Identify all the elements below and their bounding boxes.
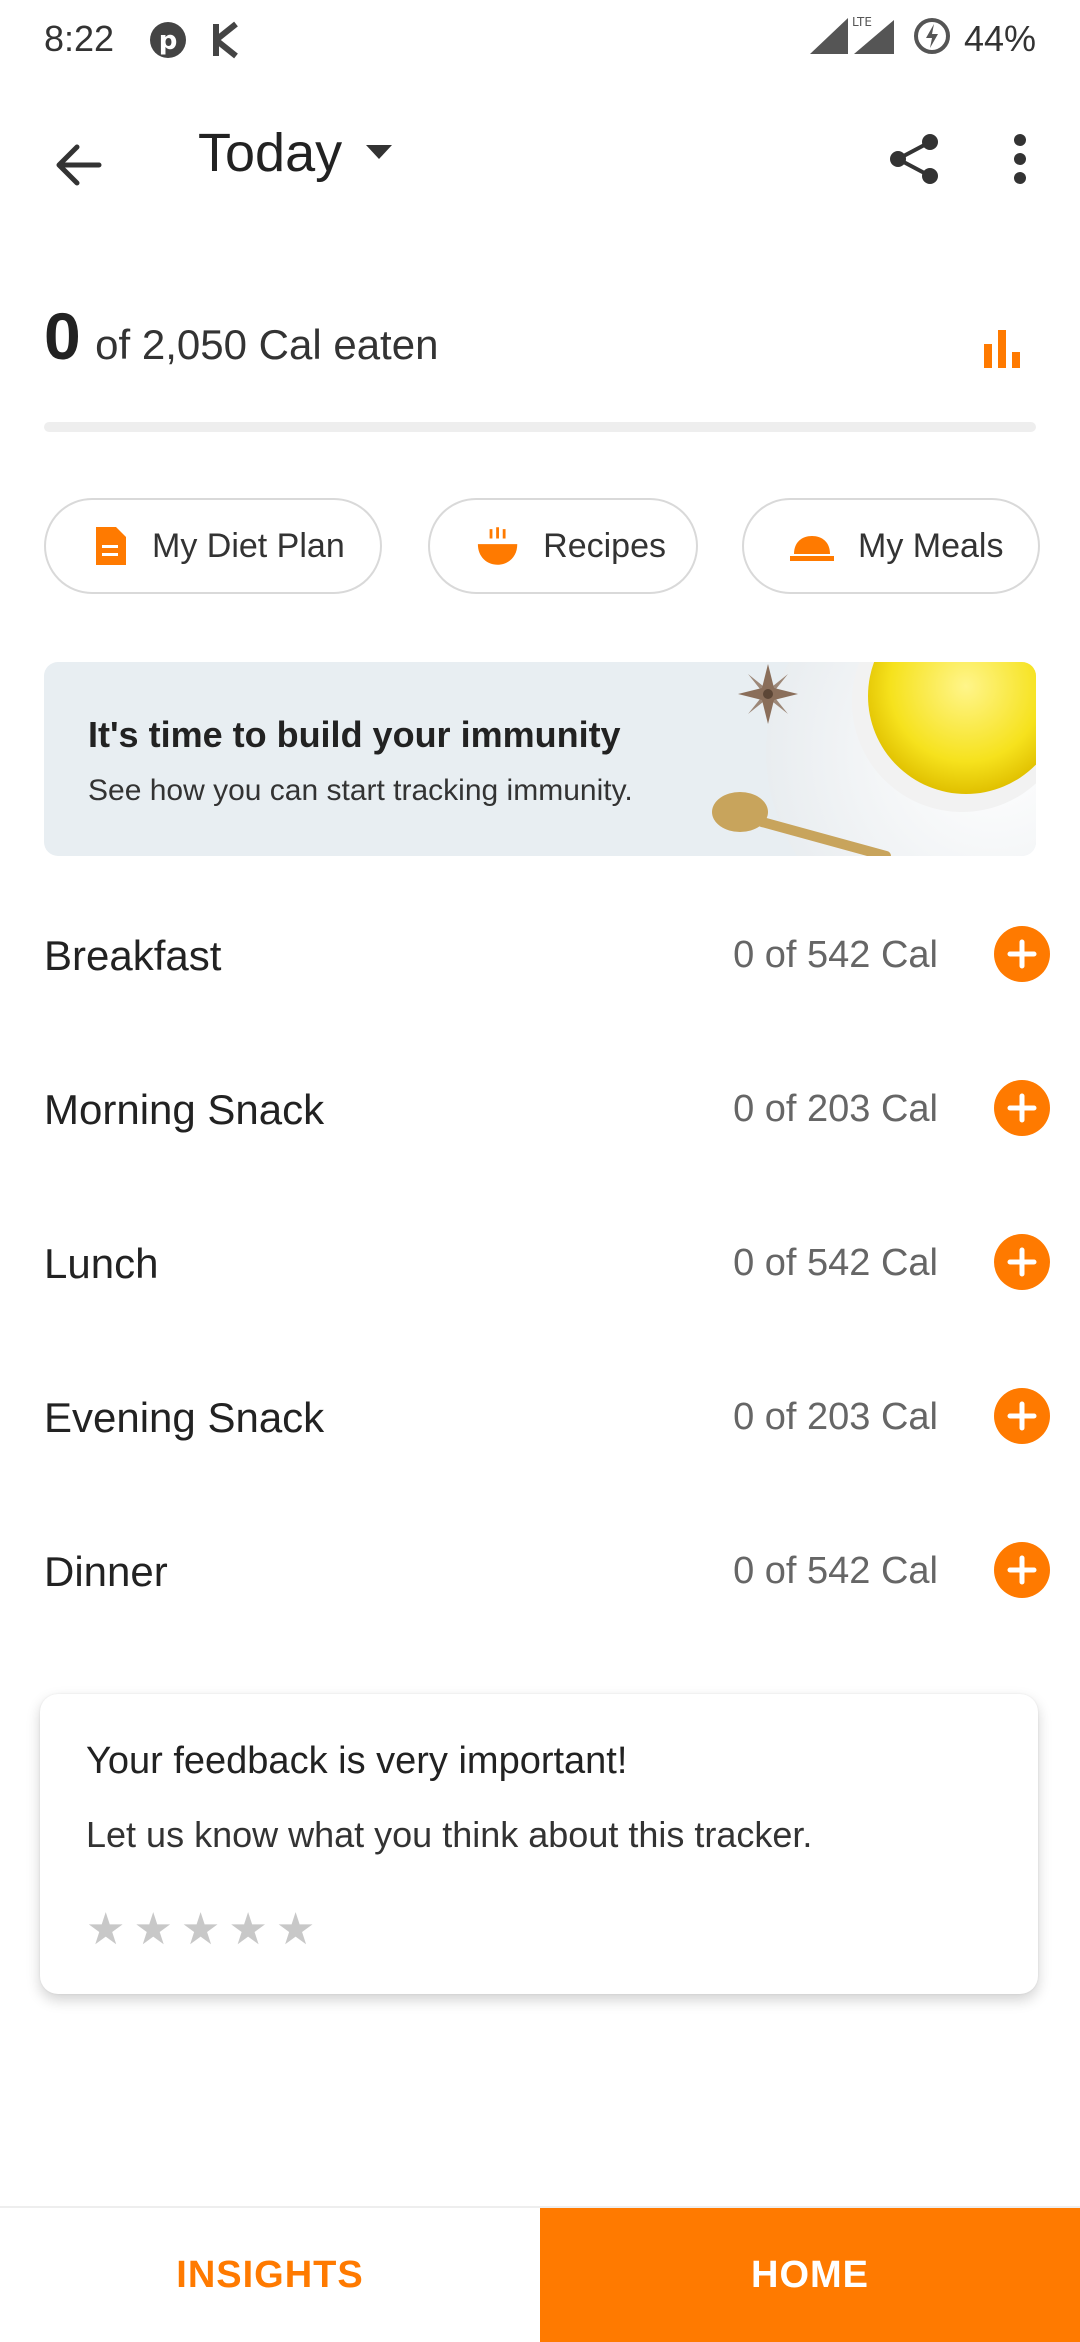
status-time: 8:22 [44, 18, 115, 59]
star-icon-2[interactable]: ★ [133, 1908, 172, 1952]
battery-percent: 44% [963, 17, 1036, 59]
svg-text:p: p [159, 26, 178, 56]
recipes-chip[interactable]: Recipes [428, 498, 698, 594]
document-icon [96, 527, 126, 565]
plus-icon [1007, 1401, 1037, 1431]
back-button[interactable] [44, 130, 114, 200]
meal-name: Dinner [44, 1548, 168, 1595]
calorie-progress-bar [44, 422, 1036, 432]
share-icon [890, 134, 938, 184]
meal-row-dinner[interactable]: Dinner 0 of 542 Cal [44, 1512, 1050, 1666]
feedback-subtitle: Let us know what you think about this tr… [86, 1814, 813, 1855]
date-selector[interactable]: Today [198, 122, 394, 184]
bottom-navigation: INSIGHTS HOME [0, 2206, 1080, 2342]
star-icon-4[interactable]: ★ [228, 1908, 267, 1952]
caret-down-icon [366, 145, 393, 159]
calorie-summary: 0 of 2,050 Cal eaten [44, 298, 1036, 388]
add-breakfast-button[interactable] [994, 926, 1050, 982]
notification-icons: p [148, 20, 246, 65]
more-options-button[interactable] [990, 124, 1050, 194]
feedback-title: Your feedback is very important! [86, 1740, 628, 1782]
star-icon-1[interactable]: ★ [86, 1908, 125, 1952]
arrow-left-icon [56, 144, 102, 186]
meal-row-lunch[interactable]: Lunch 0 of 542 Cal [44, 1204, 1050, 1358]
plus-icon [1007, 1555, 1037, 1585]
system-status: LTE 44% [808, 14, 1036, 63]
status-bar: 8:22 p LTE 44% [0, 0, 1080, 80]
immunity-banner[interactable]: It's time to build your immunity See how… [44, 662, 1036, 856]
lte-label: LTE [852, 15, 872, 29]
star-icon-5[interactable]: ★ [276, 1908, 315, 1952]
tab-home[interactable]: HOME [540, 2208, 1080, 2342]
app-k-icon [210, 20, 246, 65]
meal-calories: 0 of 542 Cal [733, 1550, 938, 1592]
stats-button[interactable] [982, 326, 1026, 375]
meal-calories: 0 of 203 Cal [733, 1088, 938, 1130]
share-button[interactable] [880, 124, 950, 194]
meal-name: Breakfast [44, 932, 222, 979]
quick-actions: My Diet Plan Recipes My Meals [44, 498, 1044, 598]
more-vert-icon [1014, 134, 1026, 184]
calories-eaten: 0 [44, 299, 81, 373]
meal-calories: 0 of 542 Cal [733, 934, 938, 976]
add-evening-snack-button[interactable] [994, 1388, 1050, 1444]
chip-label: My Meals [858, 526, 1004, 565]
calories-goal-text: of 2,050 Cal eaten [95, 321, 439, 368]
battery-icon [912, 16, 952, 61]
tab-insights[interactable]: INSIGHTS [0, 2208, 540, 2342]
banner-subtitle: See how you can start tracking immunity. [88, 774, 633, 807]
meal-row-morning-snack[interactable]: Morning Snack 0 of 203 Cal [44, 1050, 1050, 1204]
plus-icon [1007, 1093, 1037, 1123]
bowl-icon [477, 527, 518, 565]
star-rating: ★ ★ ★ ★ ★ [86, 1908, 315, 1952]
cloche-icon [790, 536, 834, 561]
meal-name: Morning Snack [44, 1086, 325, 1133]
meal-list: Breakfast 0 of 542 Cal Morning Snack 0 o… [44, 896, 1050, 1666]
my-diet-plan-chip[interactable]: My Diet Plan [44, 498, 382, 594]
top-app-bar: Today [0, 110, 1080, 210]
date-label: Today [198, 123, 343, 183]
add-dinner-button[interactable] [994, 1542, 1050, 1598]
turmeric-drink-illustration [712, 662, 1036, 856]
signal-icon: LTE [808, 14, 900, 63]
meal-row-evening-snack[interactable]: Evening Snack 0 of 203 Cal [44, 1358, 1050, 1512]
meal-row-breakfast[interactable]: Breakfast 0 of 542 Cal [44, 896, 1050, 1050]
plus-icon [1007, 939, 1037, 969]
meal-calories: 0 of 542 Cal [733, 1242, 938, 1284]
meal-name: Lunch [44, 1240, 159, 1287]
add-morning-snack-button[interactable] [994, 1080, 1050, 1136]
banner-title: It's time to build your immunity [88, 714, 621, 755]
star-icon-3[interactable]: ★ [181, 1908, 220, 1952]
feedback-card: Your feedback is very important! Let us … [40, 1694, 1038, 1994]
meal-name: Evening Snack [44, 1394, 325, 1441]
pinterest-icon: p [148, 20, 188, 65]
chip-label: My Diet Plan [152, 526, 345, 565]
chip-label: Recipes [543, 526, 666, 565]
my-meals-chip[interactable]: My Meals [742, 498, 1040, 594]
add-lunch-button[interactable] [994, 1234, 1050, 1290]
plus-icon [1007, 1247, 1037, 1277]
meal-calories: 0 of 203 Cal [733, 1396, 938, 1438]
bar-chart-icon [984, 330, 1020, 368]
